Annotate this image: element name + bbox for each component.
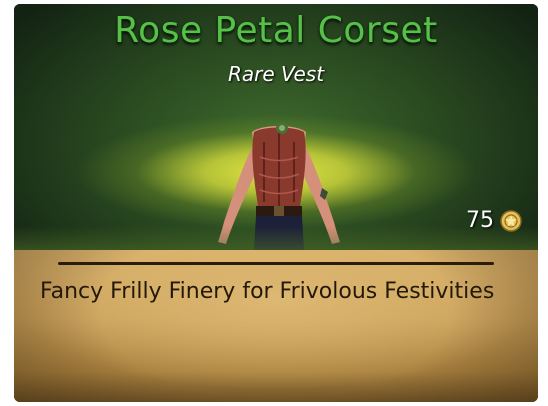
item-name: Rose Petal Corset bbox=[114, 10, 438, 51]
left-arm bbox=[218, 144, 258, 244]
divider bbox=[58, 262, 494, 265]
item-type: Rare Vest bbox=[227, 62, 325, 86]
pants bbox=[254, 216, 304, 250]
item-tooltip-card: Rose Petal Corset Rare Vest 75 Fancy Fri… bbox=[14, 4, 538, 402]
gold-coin-icon bbox=[500, 209, 522, 232]
right-arm bbox=[300, 144, 340, 244]
price-value: 75 bbox=[466, 208, 494, 233]
item-preview-figure bbox=[218, 122, 340, 250]
item-description-panel: Fancy Frilly Finery for Frivolous Festiv… bbox=[14, 250, 538, 402]
item-description: Fancy Frilly Finery for Frivolous Festiv… bbox=[40, 279, 495, 304]
item-preview-panel: Rose Petal Corset Rare Vest 75 bbox=[14, 4, 538, 250]
item-price: 75 bbox=[466, 208, 522, 233]
